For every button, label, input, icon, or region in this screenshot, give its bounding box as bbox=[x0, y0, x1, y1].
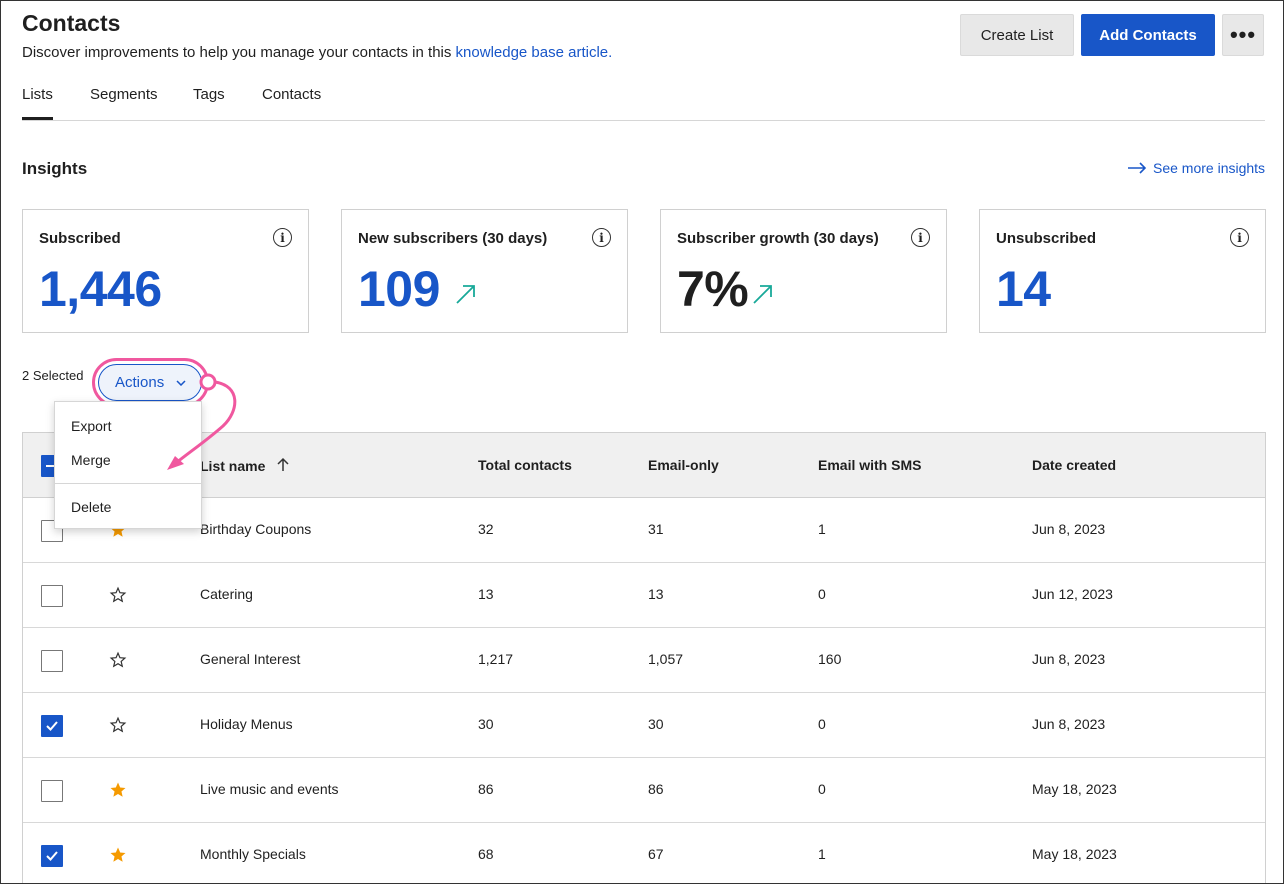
card-label: Subscribed bbox=[39, 230, 121, 247]
actions-menu: Export Merge Delete bbox=[54, 401, 202, 529]
actions-label: Actions bbox=[115, 374, 165, 391]
email-only-cell: 86 bbox=[648, 781, 664, 797]
arrow-right-icon bbox=[1128, 162, 1147, 174]
add-contacts-button[interactable]: Add Contacts bbox=[1081, 14, 1215, 56]
table-row[interactable]: Catering 13 13 0 Jun 12, 2023 bbox=[23, 563, 1265, 628]
actions-dropdown-button[interactable]: Actions bbox=[98, 364, 202, 401]
card-value: 1,446 bbox=[39, 261, 162, 317]
insight-card-unsubscribed: Unsubscribed i 14 bbox=[979, 209, 1266, 333]
email-only-cell: 67 bbox=[648, 846, 664, 862]
knowledge-base-link[interactable]: knowledge base article. bbox=[456, 44, 613, 61]
row-checkbox[interactable] bbox=[41, 715, 63, 737]
tab-tags[interactable]: Tags bbox=[193, 86, 225, 103]
date-created-cell: Jun 8, 2023 bbox=[1032, 651, 1106, 667]
total-contacts-cell: 13 bbox=[478, 586, 494, 602]
email-sms-cell: 0 bbox=[818, 781, 826, 797]
insights-heading: Insights bbox=[22, 159, 88, 178]
card-value: 14 bbox=[996, 261, 1051, 317]
card-value: 109 bbox=[358, 261, 440, 317]
table-header: List name Total contacts Email-only Emai… bbox=[23, 433, 1265, 498]
contacts-page: Contacts Discover improvements to help y… bbox=[0, 0, 1284, 884]
insight-card-subscriber-growth: Subscriber growth (30 days) i 7% bbox=[660, 209, 947, 333]
menu-divider bbox=[55, 483, 201, 484]
page-title: Contacts bbox=[22, 10, 121, 36]
list-name-link[interactable]: Live music and events bbox=[200, 781, 339, 797]
card-label: Subscriber growth (30 days) bbox=[677, 230, 879, 247]
page-subtitle: Discover improvements to help you manage… bbox=[22, 44, 612, 61]
trend-up-icon bbox=[753, 285, 772, 304]
email-sms-cell: 0 bbox=[818, 716, 826, 732]
row-checkbox[interactable] bbox=[41, 585, 63, 607]
list-name-link[interactable]: General Interest bbox=[200, 651, 300, 667]
see-more-insights-link[interactable]: See more insights bbox=[1127, 160, 1265, 176]
trend-up-icon bbox=[456, 285, 475, 304]
star-filled-icon[interactable] bbox=[109, 846, 127, 869]
date-created-cell: May 18, 2023 bbox=[1032, 781, 1117, 797]
header-email-only[interactable]: Email-only bbox=[648, 457, 719, 473]
info-icon[interactable]: i bbox=[273, 228, 292, 247]
total-contacts-cell: 1,217 bbox=[478, 651, 514, 667]
list-name-link[interactable]: Birthday Coupons bbox=[200, 521, 311, 537]
table-row[interactable]: Birthday Coupons 32 31 1 Jun 8, 2023 bbox=[23, 498, 1265, 563]
selected-count: 2 Selected bbox=[22, 368, 84, 383]
menu-item-merge[interactable]: Merge bbox=[71, 452, 111, 468]
date-created-cell: Jun 8, 2023 bbox=[1032, 716, 1106, 732]
total-contacts-cell: 30 bbox=[478, 716, 494, 732]
date-created-cell: Jun 8, 2023 bbox=[1032, 521, 1106, 537]
star-outline-icon[interactable] bbox=[109, 651, 127, 674]
header-date-created[interactable]: Date created bbox=[1032, 457, 1116, 473]
menu-item-delete[interactable]: Delete bbox=[71, 499, 111, 515]
info-icon[interactable]: i bbox=[911, 228, 930, 247]
list-name-link[interactable]: Catering bbox=[200, 586, 253, 602]
list-name-link[interactable]: Holiday Menus bbox=[200, 716, 293, 732]
total-contacts-cell: 68 bbox=[478, 846, 494, 862]
table-row[interactable]: General Interest 1,217 1,057 160 Jun 8, 2023 bbox=[23, 628, 1265, 693]
email-sms-cell: 1 bbox=[818, 521, 826, 537]
email-sms-cell: 0 bbox=[818, 586, 826, 602]
chevron-down-icon bbox=[176, 379, 186, 386]
see-more-label: See more insights bbox=[1153, 160, 1266, 176]
create-list-button[interactable]: Create List bbox=[960, 14, 1074, 56]
star-filled-icon[interactable] bbox=[109, 781, 127, 804]
date-created-cell: May 18, 2023 bbox=[1032, 846, 1117, 862]
table-row[interactable]: Live music and events 86 86 0 May 18, 2023 bbox=[23, 758, 1265, 823]
info-icon[interactable]: i bbox=[592, 228, 611, 247]
insight-card-new-subscribers: New subscribers (30 days) i 109 bbox=[341, 209, 628, 333]
email-only-cell: 1,057 bbox=[648, 651, 684, 667]
total-contacts-cell: 32 bbox=[478, 521, 494, 537]
sort-ascending-icon[interactable] bbox=[277, 457, 289, 472]
tab-contacts[interactable]: Contacts bbox=[262, 86, 321, 103]
tab-lists[interactable]: Lists bbox=[22, 86, 53, 120]
email-sms-cell: 160 bbox=[818, 651, 842, 667]
more-options-button[interactable]: ••• bbox=[1222, 14, 1264, 56]
tab-bar: Lists Segments Tags Contacts bbox=[22, 81, 1265, 121]
menu-item-export[interactable]: Export bbox=[71, 418, 111, 434]
date-created-cell: Jun 12, 2023 bbox=[1032, 586, 1113, 602]
info-icon[interactable]: i bbox=[1230, 228, 1249, 247]
email-sms-cell: 1 bbox=[818, 846, 826, 862]
email-only-cell: 13 bbox=[648, 586, 664, 602]
email-only-cell: 31 bbox=[648, 521, 664, 537]
list-name-link[interactable]: Monthly Specials bbox=[200, 846, 306, 862]
insight-card-subscribed: Subscribed i 1,446 bbox=[22, 209, 309, 333]
header-total-contacts[interactable]: Total contacts bbox=[478, 457, 572, 473]
subtitle-text: Discover improvements to help you manage… bbox=[22, 44, 456, 61]
header-label: List name bbox=[200, 458, 266, 474]
row-checkbox[interactable] bbox=[41, 845, 63, 867]
card-value: 7% bbox=[677, 261, 749, 317]
card-label: Unsubscribed bbox=[996, 230, 1097, 247]
table-row[interactable]: Monthly Specials 68 67 1 May 18, 2023 bbox=[23, 823, 1265, 883]
lists-table: List name Total contacts Email-only Emai… bbox=[22, 432, 1266, 883]
row-checkbox[interactable] bbox=[41, 650, 63, 672]
header-email-sms[interactable]: Email with SMS bbox=[818, 457, 921, 473]
header-list-name[interactable]: List name bbox=[200, 457, 289, 474]
table-row[interactable]: Holiday Menus 30 30 0 Jun 8, 2023 bbox=[23, 693, 1265, 758]
card-label: New subscribers (30 days) bbox=[358, 230, 548, 247]
total-contacts-cell: 86 bbox=[478, 781, 494, 797]
tab-segments[interactable]: Segments bbox=[90, 86, 158, 103]
star-outline-icon[interactable] bbox=[109, 716, 127, 739]
email-only-cell: 30 bbox=[648, 716, 664, 732]
star-outline-icon[interactable] bbox=[109, 586, 127, 609]
row-checkbox[interactable] bbox=[41, 780, 63, 802]
